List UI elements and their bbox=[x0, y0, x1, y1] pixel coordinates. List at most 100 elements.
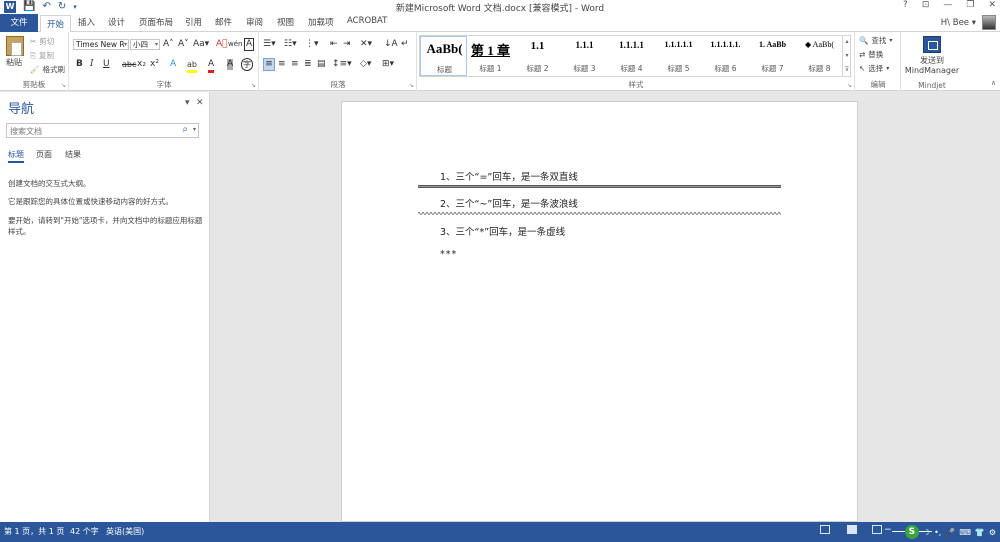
doc-line-2[interactable]: 2、三个“~”回车，是一条波浪线 bbox=[440, 196, 578, 210]
dialog-launcher-icon[interactable]: ↘ bbox=[409, 82, 414, 89]
cut-button[interactable]: ✂ 剪切 bbox=[30, 36, 54, 47]
tab-design[interactable]: 设计 bbox=[108, 16, 125, 28]
minimize-button[interactable]: — bbox=[943, 0, 952, 10]
select-button[interactable]: ↖ 选择 ▾ bbox=[859, 63, 889, 74]
search-document-input[interactable]: 搜索文档 ⌕ ▾ bbox=[6, 123, 199, 138]
font-color-button[interactable]: A bbox=[208, 59, 215, 73]
phonetic-guide-button[interactable]: wén bbox=[228, 39, 242, 50]
justify-icon[interactable]: ≣ bbox=[304, 59, 312, 70]
change-case-button[interactable]: Aa▾ bbox=[193, 39, 209, 50]
subscript-button[interactable]: x₂ bbox=[137, 59, 146, 70]
enclose-characters-button[interactable]: 字 bbox=[241, 58, 253, 71]
style-heading-7[interactable]: 1. AaBb 标题 7 bbox=[749, 36, 796, 76]
microphone-icon[interactable]: 🎤 bbox=[945, 528, 955, 537]
ribbon-display-button[interactable]: ⊡ bbox=[922, 0, 930, 10]
text-effects-button[interactable]: A bbox=[170, 59, 176, 70]
italic-button[interactable]: I bbox=[90, 59, 94, 70]
style-heading-2[interactable]: 1.1 标题 2 bbox=[514, 36, 561, 76]
clear-format-button[interactable]: A⃠ bbox=[216, 39, 228, 50]
tab-acrobat[interactable]: ACROBAT bbox=[347, 16, 387, 26]
zoom-out-button[interactable]: − bbox=[884, 525, 892, 535]
dialog-launcher-icon[interactable]: ↘ bbox=[251, 82, 256, 89]
tab-references[interactable]: 引用 bbox=[185, 16, 202, 28]
tab-insert[interactable]: 插入 bbox=[78, 16, 95, 28]
keyboard-icon[interactable]: ⌨ bbox=[959, 528, 971, 537]
chevron-down-icon[interactable]: ▾ bbox=[193, 126, 196, 133]
style-heading-5[interactable]: 1.1.1.1.1 标题 5 bbox=[655, 36, 702, 76]
numbering-icon[interactable]: ☷▾ bbox=[284, 39, 297, 50]
asian-layout-icon[interactable]: ✕▾ bbox=[360, 39, 372, 50]
decrease-indent-icon[interactable]: ⇤ bbox=[330, 39, 338, 50]
bullets-icon[interactable]: ☰▾ bbox=[263, 39, 276, 50]
style-heading-8[interactable]: ◆ AaBb( 标题 8 bbox=[796, 36, 843, 76]
align-left-icon[interactable]: ≡ bbox=[263, 58, 275, 71]
restore-button[interactable]: ❐ bbox=[966, 0, 974, 10]
settings-icon[interactable]: ⚙ bbox=[989, 528, 996, 537]
style-heading-3[interactable]: 1.1.1 标题 3 bbox=[561, 36, 608, 76]
tab-mailings[interactable]: 邮件 bbox=[215, 16, 232, 28]
help-button[interactable]: ? bbox=[903, 0, 908, 10]
paste-icon[interactable] bbox=[6, 36, 24, 56]
character-border-button[interactable]: A bbox=[244, 38, 255, 51]
align-center-icon[interactable]: ≡ bbox=[278, 59, 286, 70]
chevron-up-icon[interactable]: ▴ bbox=[843, 35, 851, 49]
tab-page-layout[interactable]: 页面布局 bbox=[139, 16, 173, 28]
punctuation-icon[interactable]: •, bbox=[934, 528, 941, 537]
tab-addins[interactable]: 加载项 bbox=[308, 16, 334, 28]
word-count[interactable]: 42 个字 bbox=[70, 526, 99, 537]
style-heading-1[interactable]: 第 1 章 标题 1 bbox=[467, 36, 514, 76]
underline-button[interactable]: U bbox=[103, 59, 110, 70]
page-count[interactable]: 第 1 页，共 1 页 bbox=[4, 526, 64, 537]
sogou-input-icon[interactable]: S bbox=[904, 525, 919, 539]
skin-icon[interactable]: 👕 bbox=[975, 528, 985, 537]
doc-line-3[interactable]: 3、三个“*”回车，是一条虚线 bbox=[440, 224, 565, 238]
close-button[interactable]: ✕ bbox=[988, 0, 996, 10]
nav-tab-pages[interactable]: 页面 bbox=[36, 149, 52, 160]
nav-tab-headings[interactable]: 标题 bbox=[8, 149, 24, 163]
sort-icon[interactable]: ↓A bbox=[384, 39, 398, 50]
style-heading-6[interactable]: 1.1.1.1.1. 标题 6 bbox=[702, 36, 749, 76]
tab-file[interactable]: 文件 bbox=[0, 14, 38, 32]
document-page[interactable]: 1、三个“=”回车，是一条双直线 2、三个“~”回车，是一条波浪线 3、三个“*… bbox=[341, 101, 858, 522]
avatar[interactable] bbox=[982, 15, 996, 30]
font-name-combo[interactable]: Times New R ▾ bbox=[73, 39, 129, 50]
strikethrough-button[interactable]: abc bbox=[122, 59, 136, 70]
format-painter-button[interactable]: 🖌 格式刷 bbox=[30, 64, 65, 75]
grow-font-button[interactable]: A˄ bbox=[163, 39, 174, 50]
tab-review[interactable]: 审阅 bbox=[246, 16, 263, 28]
distributed-icon[interactable]: ▤ bbox=[317, 59, 326, 70]
line-spacing-icon[interactable]: ↕≡▾ bbox=[332, 59, 352, 70]
mindmanager-icon[interactable] bbox=[923, 36, 941, 53]
borders-icon[interactable]: ⊞▾ bbox=[382, 59, 394, 70]
chevron-down-icon[interactable]: ▾ bbox=[843, 49, 851, 63]
bold-button[interactable]: B bbox=[76, 59, 83, 70]
moon-icon[interactable]: ☽ bbox=[923, 528, 930, 537]
show-marks-icon[interactable]: ↵ bbox=[401, 39, 409, 50]
increase-indent-icon[interactable]: ⇥ bbox=[343, 39, 351, 50]
align-right-icon[interactable]: ≡ bbox=[291, 59, 299, 70]
read-mode-icon[interactable] bbox=[820, 525, 830, 534]
collapse-ribbon-icon[interactable]: ∧ bbox=[991, 79, 996, 87]
font-size-combo[interactable]: 小四 ▾ bbox=[130, 39, 160, 50]
gallery-scroll[interactable]: ▴ ▾ ⊽ bbox=[842, 35, 851, 77]
tab-view[interactable]: 视图 bbox=[277, 16, 294, 28]
shading-icon[interactable]: ◇▾ bbox=[360, 59, 371, 70]
nav-tab-results[interactable]: 结果 bbox=[65, 149, 81, 160]
style-heading-4[interactable]: 1.1.1.1 标题 4 bbox=[608, 36, 655, 76]
character-shading-button[interactable]: A bbox=[227, 59, 234, 70]
multilevel-list-icon[interactable]: ⋮▾ bbox=[305, 39, 319, 50]
shrink-font-button[interactable]: A˅ bbox=[178, 39, 189, 50]
dialog-launcher-icon[interactable]: ↘ bbox=[61, 82, 66, 89]
search-icon[interactable]: ⌕ bbox=[182, 124, 188, 135]
doc-line-1[interactable]: 1、三个“=”回车，是一条双直线 bbox=[440, 169, 578, 183]
replace-button[interactable]: ⇄ 替换 bbox=[859, 49, 883, 60]
gallery-more-icon[interactable]: ⊽ bbox=[843, 63, 851, 77]
copy-button[interactable]: ⎘ 复制 bbox=[30, 50, 54, 61]
close-icon[interactable]: ✕ bbox=[196, 98, 204, 108]
send-to-mindmanager-button[interactable]: 发送到 MindManager bbox=[902, 56, 962, 76]
user-name[interactable]: H\ Bee ▾ bbox=[941, 18, 976, 28]
style-title[interactable]: AaBb( 标题 bbox=[420, 36, 467, 76]
doc-typed-asterisks[interactable]: *** bbox=[440, 249, 457, 260]
nav-pane-options-icon[interactable]: ▾ bbox=[185, 98, 190, 108]
tab-home[interactable]: 开始 bbox=[40, 15, 72, 33]
